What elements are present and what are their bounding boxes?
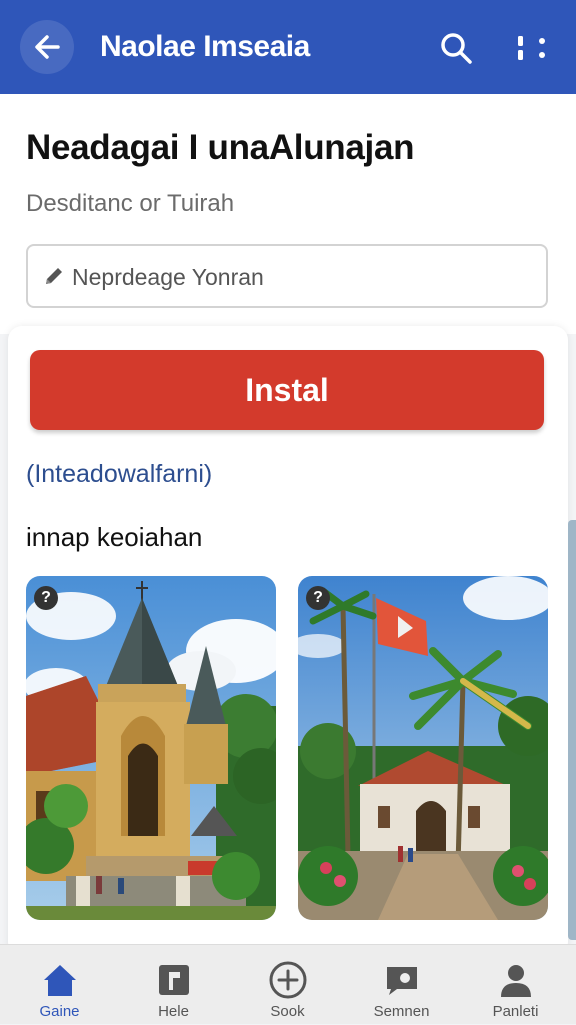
nav-item-home[interactable]: Gaine <box>2 945 117 1025</box>
content-card: Instal (Inteadowalfarni) innap keoiahan <box>8 326 568 956</box>
app-bar-title: Naolae Imseaia <box>100 30 310 63</box>
palms-building-image <box>298 576 548 920</box>
section-label: innap keoiahan <box>26 522 203 552</box>
pencil-icon <box>46 268 62 284</box>
nav-label: Sook <box>270 1003 305 1020</box>
nav-item-document[interactable]: Hele <box>116 945 231 1025</box>
photo-card-palms[interactable]: ? <box>298 576 548 920</box>
nav-label: Semnen <box>373 1003 430 1020</box>
home-icon <box>44 965 76 996</box>
help-badge-icon[interactable]: ? <box>306 586 330 610</box>
more-button[interactable] <box>510 28 554 68</box>
page-subtitle: Desditanc or Tuirah <box>26 190 235 217</box>
search-button[interactable] <box>436 28 476 68</box>
document-icon <box>159 965 189 995</box>
next-photo-peek <box>568 520 576 940</box>
nav-label: Panleti <box>492 1003 539 1020</box>
nav-item-chat[interactable]: Semnen <box>344 945 459 1025</box>
nav-item-add[interactable]: Sook <box>230 945 345 1025</box>
chat-icon <box>387 967 417 995</box>
photo-card-temple[interactable]: ? <box>26 576 276 920</box>
text-input[interactable] <box>72 258 532 296</box>
info-link[interactable]: (Inteadowalfarni) <box>26 460 212 489</box>
temple-image <box>26 576 276 920</box>
page-title: Neadagai I unaAlunajan <box>26 128 415 167</box>
nav-item-profile[interactable]: Panleti <box>458 945 573 1025</box>
app-bar: Naolae Imseaia <box>0 0 576 94</box>
back-button[interactable] <box>20 20 74 74</box>
text-field[interactable] <box>26 244 548 308</box>
more-vert-icon <box>518 36 545 60</box>
bottom-nav: Gaine Hele Sook Semnen Panleti <box>0 944 576 1024</box>
person-icon <box>501 965 531 997</box>
add-circle-icon <box>269 961 307 999</box>
install-button[interactable]: Instal <box>30 350 544 430</box>
nav-label: Hele <box>158 1003 189 1020</box>
search-icon <box>441 33 472 64</box>
nav-label: Gaine <box>39 1003 80 1020</box>
arrow-left-icon <box>35 35 60 59</box>
help-badge-icon[interactable]: ? <box>34 586 58 610</box>
